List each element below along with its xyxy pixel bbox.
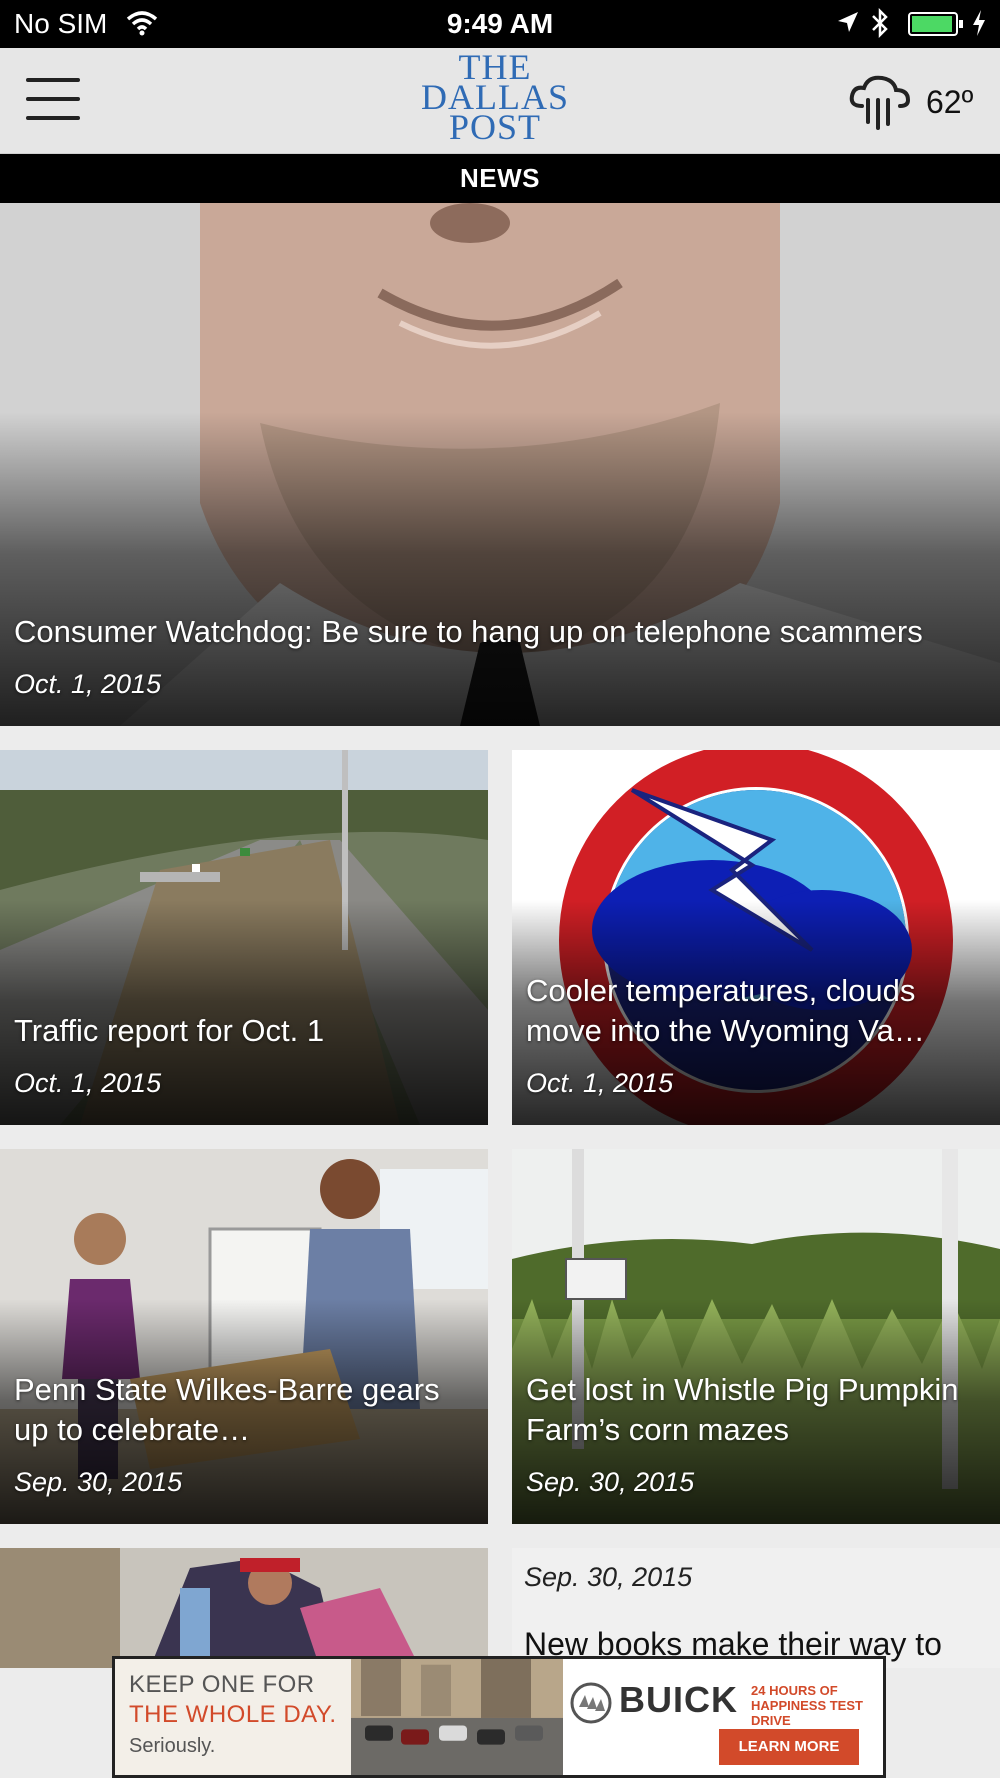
location-arrow-icon bbox=[836, 10, 860, 39]
learn-more-button[interactable]: LEARN MORE bbox=[719, 1729, 859, 1765]
ad-banner[interactable]: KEEP ONE FOR THE WHOLE DAY. Seriously. B… bbox=[112, 1656, 886, 1778]
article-card[interactable]: Traffic report for Oct. 1 Oct. 1, 2015 bbox=[0, 750, 488, 1125]
bluetooth-icon bbox=[870, 7, 890, 45]
article-card[interactable]: Get lost in Whistle Pig Pumpkin Farm’s c… bbox=[512, 1149, 1000, 1524]
article-card[interactable]: Penn State Wilkes-Barre gears up to cele… bbox=[0, 1149, 488, 1524]
section-title: NEWS bbox=[0, 154, 1000, 203]
ad-brand: BUICK bbox=[619, 1679, 738, 1720]
article-title: Cooler temperatures, clouds move into th… bbox=[526, 973, 925, 1048]
article-card[interactable]: Sep. 30, 2015 New books make their way t… bbox=[512, 1548, 1000, 1668]
ad-headline-accent: THE WHOLE DAY. bbox=[129, 1701, 337, 1728]
charging-bolt-icon bbox=[970, 8, 988, 43]
article-title: Get lost in Whistle Pig Pumpkin Farm’s c… bbox=[526, 1372, 959, 1447]
ad-image bbox=[351, 1659, 563, 1775]
article-date: Sep. 30, 2015 bbox=[14, 1467, 183, 1497]
hamburger-menu-icon[interactable] bbox=[26, 78, 80, 120]
article-title: Consumer Watchdog: Be sure to hang up on… bbox=[14, 614, 923, 649]
article-date: Sep. 30, 2015 bbox=[526, 1467, 695, 1497]
article-date: Oct. 1, 2015 bbox=[14, 1068, 162, 1098]
article-date: Oct. 1, 2015 bbox=[526, 1068, 674, 1098]
dallas-post-logo[interactable]: THE DALLAS POST bbox=[390, 49, 600, 145]
ad-headline: KEEP ONE FOR bbox=[129, 1671, 315, 1698]
article-card[interactable]: Cooler temperatures, clouds move into th… bbox=[512, 750, 1000, 1125]
article-date: Oct. 1, 2015 bbox=[14, 669, 162, 699]
buick-logo-icon bbox=[569, 1681, 613, 1730]
article-image bbox=[0, 1548, 488, 1668]
article-title: Penn State Wilkes-Barre gears up to cele… bbox=[14, 1372, 440, 1447]
article-date: Sep. 30, 2015 bbox=[524, 1562, 693, 1592]
article-card[interactable] bbox=[0, 1548, 488, 1668]
temperature-label: 62º bbox=[926, 84, 974, 120]
app-header: THE DALLAS POST 62º bbox=[0, 48, 1000, 154]
article-card-hero[interactable]: Consumer Watchdog: Be sure to hang up on… bbox=[0, 203, 1000, 726]
status-bar: No SIM 9:49 AM bbox=[0, 0, 1000, 48]
ad-tagline: 24 HOURS OF HAPPINESS TEST DRIVE bbox=[751, 1683, 863, 1728]
ad-subtext: Seriously. bbox=[129, 1735, 216, 1757]
battery-icon bbox=[908, 12, 963, 36]
rain-cloud-icon bbox=[848, 72, 912, 137]
article-title: Traffic report for Oct. 1 bbox=[14, 1013, 325, 1048]
